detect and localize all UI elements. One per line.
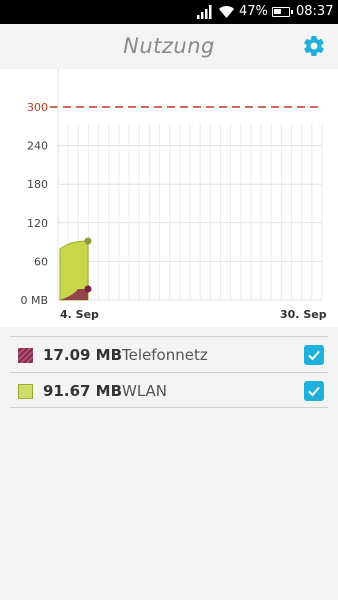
legend-row-wlan[interactable]: 91.67 MB WLAN [10, 372, 328, 408]
battery-icon [272, 7, 293, 17]
usage-chart: 300 240 180 120 60 0 MB [0, 69, 338, 327]
wifi-icon [219, 6, 234, 18]
telefonnetz-swatch-icon [18, 348, 33, 363]
y-tick-label: 120 [27, 217, 48, 230]
wlan-point [84, 237, 92, 245]
y-tick-label: 60 [34, 255, 48, 268]
status-bar: 47% 08:37 [0, 0, 338, 24]
legend-row-telefonnetz[interactable]: 17.09 MB Telefonnetz [10, 336, 328, 372]
legend: 17.09 MB Telefonnetz 91.67 MB WLAN [10, 336, 328, 408]
y-tick-label: 0 MB [20, 294, 48, 307]
y-tick-label: 300 [27, 101, 48, 114]
page-title: Nutzung [123, 34, 215, 58]
usage-chart-svg: 300 240 180 120 60 0 MB [20, 69, 323, 307]
telefonnetz-point [84, 285, 92, 293]
x-start-label: 4. Sep [60, 308, 99, 321]
battery-percent: 47% [239, 4, 268, 19]
wlan-amount: 91.67 MB [43, 382, 123, 400]
y-tick-label: 240 [27, 140, 48, 153]
app-header: Nutzung [0, 24, 338, 69]
telefonnetz-label: Telefonnetz [122, 346, 208, 364]
wlan-swatch-icon [18, 384, 33, 399]
x-axis-labels: 4. Sep 30. Sep [0, 308, 338, 328]
clock: 08:37 [296, 4, 334, 19]
telefonnetz-checkbox[interactable] [304, 345, 324, 365]
y-tick-label: 180 [27, 178, 48, 191]
signal-icon [197, 5, 212, 19]
telefonnetz-amount: 17.09 MB [43, 346, 123, 364]
x-end-label: 30. Sep [280, 308, 327, 321]
wlan-checkbox[interactable] [304, 381, 324, 401]
wlan-label: WLAN [122, 382, 168, 400]
gear-icon[interactable] [302, 34, 326, 58]
